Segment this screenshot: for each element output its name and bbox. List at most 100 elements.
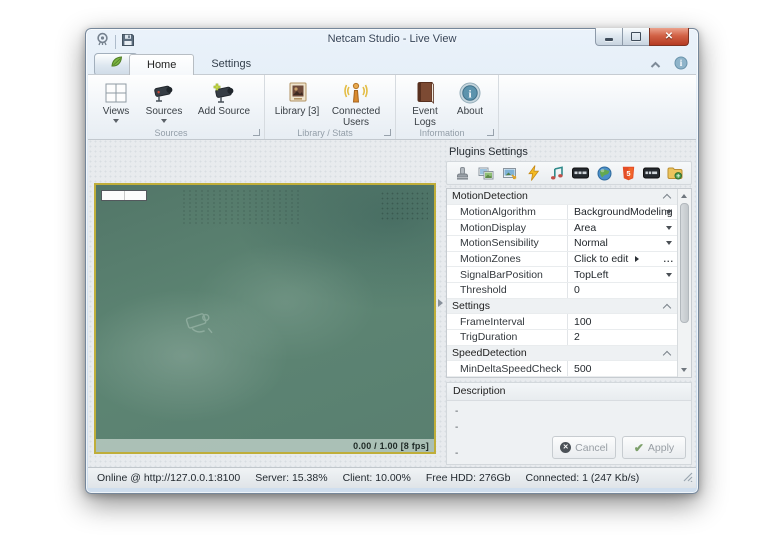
tab-home[interactable]: Home (129, 54, 195, 75)
maximize-icon (631, 32, 641, 41)
save-icon[interactable] (121, 33, 135, 52)
cancel-button[interactable]: ✕ Cancel (552, 436, 616, 459)
category-motiondetection[interactable]: MotionDetection (447, 189, 678, 205)
codec-badge-icon[interactable] (572, 165, 590, 182)
ribbon-tabs: Home Settings (129, 54, 268, 75)
dropdown-arrow-icon[interactable] (666, 272, 672, 277)
row-motionzones[interactable]: MotionZones Click to edit... (447, 251, 678, 268)
folder-settings-icon[interactable] (667, 165, 684, 182)
settings-grid: MotionDetection MotionAlgorithm Backgrou… (446, 188, 692, 378)
row-mindeltaspeedcheck[interactable]: MinDeltaSpeedCheck 500 (447, 361, 678, 377)
grid-scrollbar[interactable] (677, 189, 691, 377)
svg-text:i: i (468, 88, 471, 100)
event-logs-icon (414, 79, 436, 106)
stamp-icon[interactable] (454, 165, 471, 182)
window-title: Netcam Studio - Live View (327, 33, 457, 45)
dropdown-arrow-icon[interactable] (666, 225, 672, 230)
fps-counter: 0.00 / 1.00 [8 fps] (353, 440, 429, 451)
svg-text:5: 5 (626, 168, 630, 177)
connected-users-button[interactable]: Connected Users (323, 78, 389, 129)
row-motionalgorithm[interactable]: MotionAlgorithm BackgroundModeling (447, 204, 678, 221)
row-trigduration[interactable]: TrigDuration 2 (447, 330, 678, 346)
screen: Netcam Studio - Live View ✕ Home Setting… (0, 0, 783, 539)
add-camera-icon (210, 79, 238, 106)
close-icon: ✕ (664, 31, 674, 42)
video-noise (380, 191, 428, 221)
panel-splitter[interactable] (436, 139, 445, 467)
status-server: Server: 15.38% (255, 472, 328, 484)
music-icon[interactable] (549, 165, 566, 182)
ribbon-right-controls: i (649, 56, 688, 75)
about-icon: i (458, 79, 482, 106)
app-icon[interactable] (95, 32, 110, 52)
sources-button[interactable]: Sources (138, 78, 190, 124)
leaf-icon (109, 55, 124, 74)
minimize-icon (605, 37, 613, 41)
images-icon[interactable] (478, 165, 495, 182)
scrollbar-thumb[interactable] (680, 203, 689, 323)
dropdown-arrow-icon[interactable] (666, 209, 672, 214)
signal-bar (101, 190, 147, 201)
row-motionsensibility[interactable]: MotionSensibility Normal (447, 236, 678, 252)
globe-icon[interactable] (596, 165, 613, 182)
lightning-icon[interactable] (525, 165, 542, 182)
connected-users-icon (343, 79, 369, 106)
cancel-icon: ✕ (560, 442, 572, 453)
status-client: Client: 10.00% (342, 472, 411, 484)
collapse-icon[interactable] (662, 350, 672, 359)
description-line: - (455, 448, 459, 459)
close-button[interactable]: ✕ (649, 28, 689, 46)
status-hdd: Free HDD: 276Gb (425, 472, 511, 484)
dropdown-arrow-icon[interactable] (666, 241, 672, 246)
ribbon-group-sources: Views Sources Add Source Sources (88, 75, 265, 139)
about-button[interactable]: i About (448, 78, 492, 118)
scroll-up-icon[interactable] (681, 194, 687, 198)
row-threshold[interactable]: Threshold 0 (447, 283, 678, 299)
collapse-ribbon-icon[interactable] (649, 57, 662, 75)
category-speeddetection[interactable]: SpeedDetection (447, 345, 678, 362)
html5-icon[interactable]: 5 (620, 165, 637, 182)
ribbon-group-library-stats: Library [3] Connected Users Library / St… (265, 75, 396, 139)
collapse-panel-icon[interactable] (438, 299, 443, 307)
app-window: Netcam Studio - Live View ✕ Home Setting… (85, 28, 699, 494)
description-title: Description (447, 383, 691, 401)
add-source-button[interactable]: Add Source (190, 78, 258, 118)
checkmark-icon: ✔ (633, 440, 644, 455)
dialog-launcher-icon[interactable] (253, 129, 260, 136)
collapse-icon[interactable] (662, 303, 672, 312)
ribbon: Views Sources Add Source Sources Library… (88, 74, 696, 140)
titlebar[interactable]: Netcam Studio - Live View ✕ (86, 28, 698, 52)
video-status-strip: 0.00 / 1.00 [8 fps] (96, 439, 434, 452)
snapshot-icon[interactable] (501, 165, 518, 182)
views-button[interactable]: Views (94, 78, 138, 124)
quick-access-toolbar (95, 32, 135, 52)
scroll-down-icon[interactable] (681, 368, 687, 372)
collapse-icon[interactable] (662, 193, 672, 203)
apply-button[interactable]: ✔ Apply (622, 436, 686, 459)
library-button[interactable]: Library [3] (271, 78, 323, 118)
resize-grip[interactable] (683, 472, 693, 485)
status-online: Online @ http://127.0.0.1:8100 (97, 472, 241, 484)
help-icon[interactable]: i (674, 56, 688, 75)
description-line: - (455, 422, 459, 433)
dialog-launcher-icon[interactable] (487, 129, 494, 136)
panel-title: Plugins Settings (449, 146, 528, 158)
status-connected: Connected: 1 (247 Kb/s) (525, 472, 640, 484)
event-logs-button[interactable]: Event Logs (402, 78, 448, 129)
maximize-button[interactable] (622, 28, 650, 46)
plugins-settings-panel: Plugins Settings 5 MotionDetection Motio… (446, 146, 692, 465)
watermark-logo (179, 304, 226, 348)
dialog-launcher-icon[interactable] (384, 129, 391, 136)
tab-settings[interactable]: Settings (194, 54, 268, 75)
live-view-video[interactable]: 0.00 / 1.00 [8 fps] (94, 183, 436, 454)
row-motiondisplay[interactable]: MotionDisplay Area (447, 220, 678, 236)
ellipsis-button[interactable]: ... (663, 254, 674, 264)
codec-badge2-icon[interactable] (643, 165, 661, 182)
category-settings[interactable]: Settings (447, 298, 678, 315)
minimize-button[interactable] (595, 28, 623, 46)
views-grid-icon (105, 79, 127, 106)
plugins-toolbar: 5 (446, 161, 692, 185)
row-frameinterval[interactable]: FrameInterval 100 (447, 314, 678, 330)
row-signalbarposition[interactable]: SignalBarPosition TopLeft (447, 267, 678, 283)
chevron-down-icon (113, 119, 119, 124)
